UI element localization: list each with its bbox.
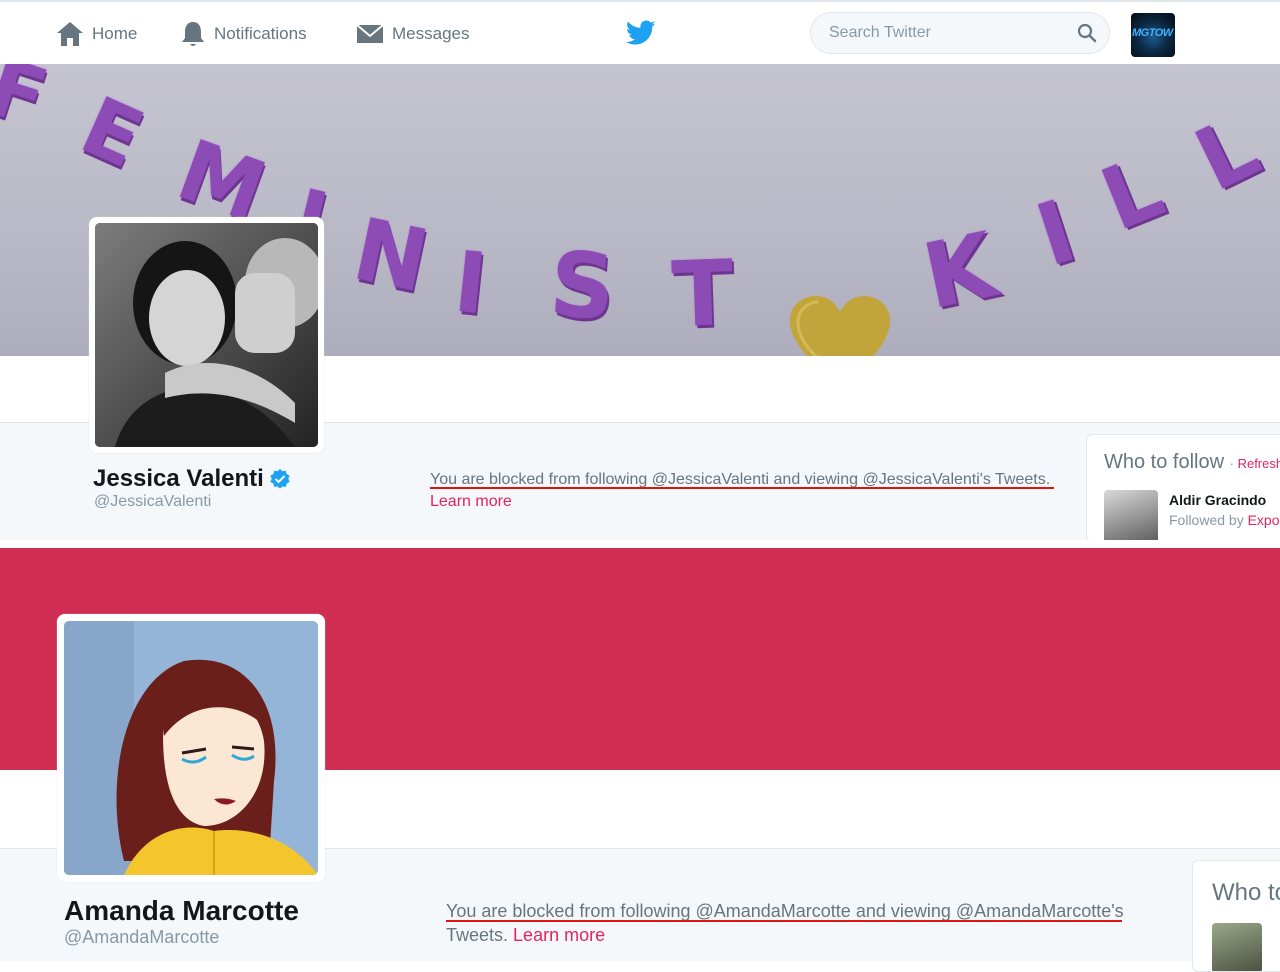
red-underline-2 — [446, 920, 1122, 922]
account-avatar[interactable]: MGTOW — [1131, 13, 1175, 57]
refresh-link[interactable]: Refresh — [1238, 456, 1280, 471]
twitter-bird-icon[interactable] — [625, 20, 656, 51]
screenshot-divider — [0, 540, 1280, 548]
search-input[interactable] — [827, 23, 1071, 43]
followed-by-name[interactable]: Expo — [1248, 512, 1280, 528]
who-to-follow-heading: Who to follow — [1104, 451, 1225, 473]
blocked-text-2b: Tweets. — [446, 925, 509, 945]
who-to-follow-title-2: Who to — [1212, 879, 1280, 906]
suggestion-avatar[interactable] — [1104, 490, 1158, 541]
followed-by-prefix: Followed by — [1169, 512, 1244, 528]
nav-home[interactable]: Home — [56, 12, 137, 56]
banner-letter: E — [68, 78, 157, 187]
envelope-icon — [356, 21, 384, 47]
account-avatar-text: MGTOW — [1132, 27, 1173, 39]
profile-name-text: Jessica Valenti — [93, 465, 264, 492]
nav-notifications-label: Notifications — [214, 24, 307, 43]
bell-icon — [180, 20, 206, 48]
blocked-message-2: You are blocked from following @AmandaMa… — [446, 899, 1124, 947]
profile-name-1[interactable]: Jessica Valenti — [93, 465, 290, 493]
top-nav: Home Notifications Messages MGTOW — [0, 0, 1280, 64]
learn-more-link-1[interactable]: Learn more — [430, 493, 512, 510]
red-underline-1 — [430, 487, 1054, 489]
suggestion-followed-by: Followed by Expo — [1169, 512, 1280, 528]
nav-messages[interactable]: Messages — [356, 12, 469, 56]
profile-handle-1[interactable]: @JessicaValenti — [94, 493, 211, 511]
profile-name-2[interactable]: Amanda Marcotte — [64, 895, 299, 927]
learn-more-link-2[interactable]: Learn more — [513, 925, 605, 945]
nav-messages-label: Messages — [392, 24, 470, 43]
who-to-follow-panel-2: Who to — [1192, 860, 1280, 972]
profile-handle-2[interactable]: @AmandaMarcotte — [64, 927, 219, 948]
banner-letter: S — [546, 231, 619, 342]
search-box[interactable] — [810, 12, 1110, 54]
who-to-follow-title-1: Who to follow · Refresh — [1104, 451, 1280, 474]
nav-home-label: Home — [92, 24, 138, 43]
suggestion-avatar-2[interactable] — [1212, 923, 1262, 971]
banner-letter: T — [670, 240, 736, 349]
nav-notifications[interactable]: Notifications — [180, 12, 307, 56]
home-icon — [56, 21, 84, 47]
heart-decoration — [790, 296, 890, 356]
search-icon[interactable] — [1077, 23, 1097, 48]
profile-photo-jessica[interactable] — [89, 217, 324, 453]
verified-badge-icon — [270, 469, 290, 489]
banner-letter: F — [0, 64, 58, 146]
profile-photo-amanda[interactable] — [57, 614, 325, 882]
who-to-follow-panel-1: Who to follow · Refresh Aldir Gracindo F… — [1086, 434, 1280, 542]
suggestion-name[interactable]: Aldir Gracindo — [1169, 492, 1266, 508]
blocked-message-1: You are blocked from following @JessicaV… — [430, 469, 1050, 513]
